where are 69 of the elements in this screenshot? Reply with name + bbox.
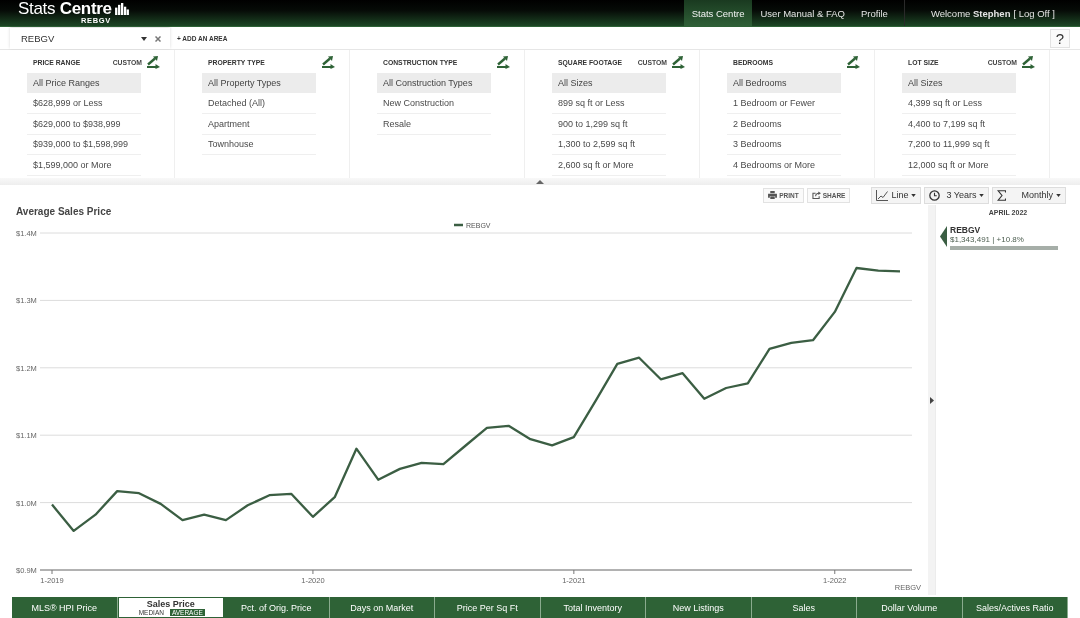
filter-option[interactable]: $629,000 to $938,999: [27, 114, 141, 135]
welcome-text: Welcome Stephen: [930, 7, 1011, 19]
series-name: REBGV: [950, 226, 981, 235]
metric-tab[interactable]: MLS® HPI Price: [12, 597, 118, 618]
filter-option[interactable]: Detached (All): [202, 93, 316, 114]
filter-option[interactable]: Resale: [377, 114, 491, 135]
metric-tab[interactable]: Dollar Volume: [857, 597, 963, 618]
nav-link[interactable]: Profile: [852, 0, 896, 26]
filter-option[interactable]: New Construction: [377, 93, 491, 114]
filter-option[interactable]: $939,000 to $1,598,999: [27, 134, 141, 155]
filter-option[interactable]: 4,400 to 7,199 sq ft: [902, 114, 1016, 135]
caret-right-icon[interactable]: [929, 396, 934, 404]
filter-option[interactable]: 4 Bedrooms or More: [727, 155, 841, 176]
interval-dropdown[interactable]: Monthly: [992, 186, 1066, 204]
share-icon: [811, 191, 821, 199]
sigma-icon: [997, 189, 1007, 201]
nav-link[interactable]: Stats Centre: [683, 0, 753, 26]
filter-option[interactable]: All Construction Types: [377, 73, 491, 94]
nav-link[interactable]: User Manual & FAQ: [752, 0, 853, 26]
log-off-link[interactable]: [ Log Off ]: [1013, 7, 1055, 19]
filter-option[interactable]: 899 sq ft or Less: [552, 93, 666, 114]
filter-option[interactable]: 12,000 sq ft or More: [902, 155, 1016, 176]
arrows-icon[interactable]: [496, 55, 510, 69]
bar-chart-icon: [114, 3, 129, 15]
clock-icon: [929, 189, 941, 201]
filter-option[interactable]: 4,399 sq ft or Less: [902, 93, 1016, 114]
filter-option[interactable]: All Property Types: [202, 73, 316, 94]
filter-option[interactable]: Townhouse: [202, 134, 316, 155]
filter-option[interactable]: Apartment: [202, 114, 316, 135]
filter-option[interactable]: 2 Bedrooms: [727, 114, 841, 135]
caret-icon[interactable]: [141, 36, 147, 41]
period-dropdown[interactable]: 3 Years: [924, 186, 990, 204]
metric-tab[interactable]: Sales/Actives Ratio: [962, 597, 1068, 618]
filter-option[interactable]: All Bedrooms: [727, 73, 841, 94]
caret-icon: [979, 193, 985, 197]
chart-title: Average Sales Price: [15, 205, 112, 219]
help-button[interactable]: ?: [1050, 28, 1070, 48]
close-icon[interactable]: [155, 35, 161, 42]
printer-icon: [768, 191, 778, 199]
filter-option[interactable]: 1,300 to 2,599 sq ft: [552, 134, 666, 155]
series-reading: $1,343,491 | +10.8%: [950, 235, 1024, 244]
filter-option[interactable]: 7,200 to 11,999 sq ft: [902, 134, 1016, 155]
arrows-icon[interactable]: [671, 55, 685, 69]
filter-option[interactable]: All Sizes: [552, 73, 666, 94]
filter-option[interactable]: All Sizes: [902, 73, 1016, 94]
arrows-icon[interactable]: [321, 55, 335, 69]
filter-option[interactable]: 1 Bedroom or Fewer: [727, 93, 841, 114]
metric-tab[interactable]: Sales: [751, 597, 857, 618]
line-chart-icon: [876, 189, 889, 201]
series-marker-icon: [940, 226, 947, 247]
metric-tab[interactable]: Price Per Sq Ft: [435, 597, 541, 618]
caret-icon: [911, 193, 917, 197]
filter-option[interactable]: 2,600 sq ft or More: [552, 155, 666, 176]
arrows-icon[interactable]: [146, 55, 160, 69]
metric-tab[interactable]: New Listings: [646, 597, 752, 618]
caret-icon: [1056, 193, 1061, 197]
arrows-icon[interactable]: [1021, 55, 1035, 69]
filter-option[interactable]: All Price Ranges: [27, 73, 141, 94]
filter-option[interactable]: 3 Bedrooms: [727, 134, 841, 155]
filter-option[interactable]: $1,599,000 or More: [27, 155, 141, 176]
filter-option[interactable]: 900 to 1,299 sq ft: [552, 114, 666, 135]
chart-type-dropdown[interactable]: Line: [871, 186, 922, 204]
metric-tab[interactable]: Pct. of Orig. Price: [224, 597, 330, 618]
filter-option[interactable]: $628,999 or Less: [27, 93, 141, 114]
metric-tab[interactable]: Total Inventory: [540, 597, 646, 618]
area-select[interactable]: REBGV: [10, 28, 170, 49]
logo-title: Stats Centre: [18, 1, 112, 17]
metric-tab[interactable]: Days on Market: [329, 597, 435, 618]
arrows-icon[interactable]: [846, 55, 860, 69]
